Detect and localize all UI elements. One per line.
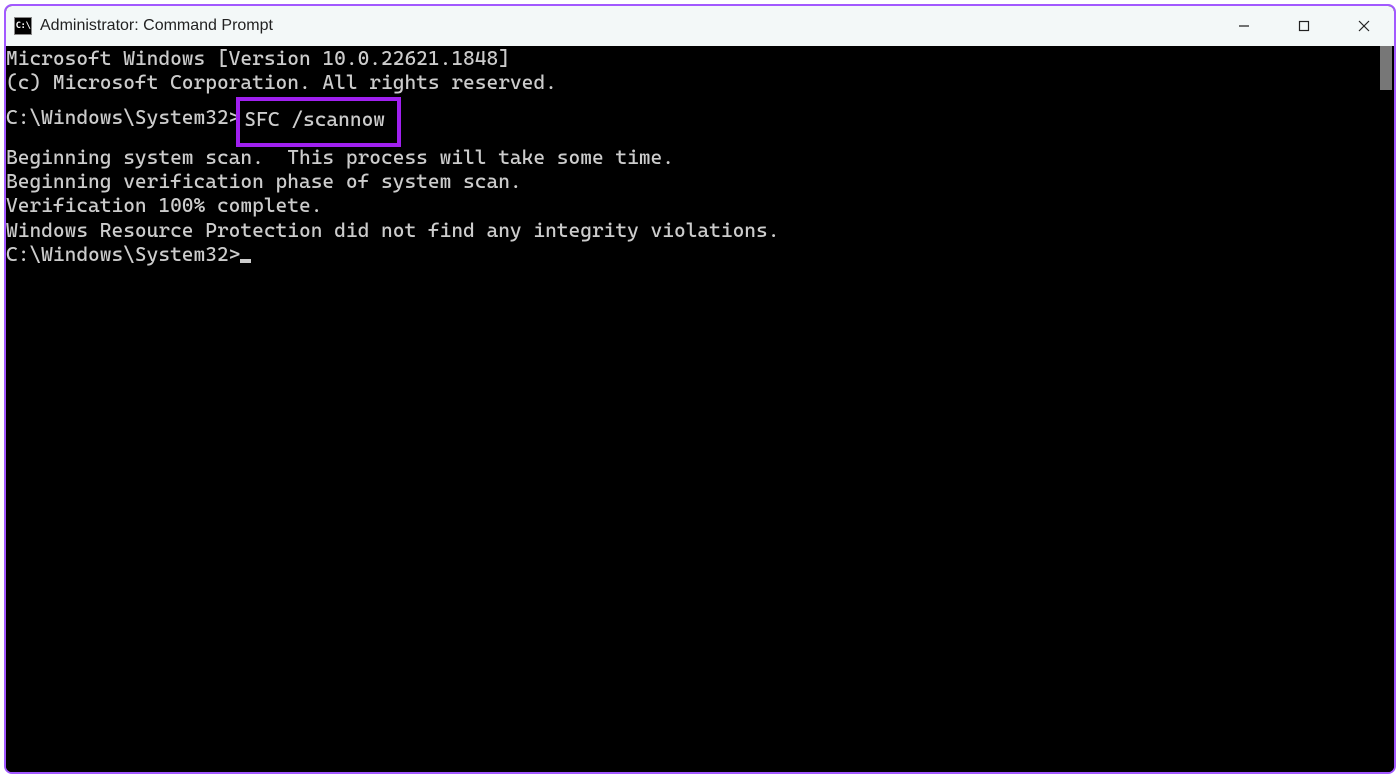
output-line: (c) Microsoft Corporation. All rights re… [6, 70, 1378, 94]
command-prompt-window: C:\ Administrator: Command Prompt Micros… [4, 4, 1396, 774]
titlebar-left: C:\ Administrator: Command Prompt [14, 17, 273, 35]
window-title: Administrator: Command Prompt [40, 17, 273, 35]
prompt-path: C:\Windows\System32> [6, 105, 240, 129]
minimize-icon [1237, 19, 1251, 33]
titlebar[interactable]: C:\ Administrator: Command Prompt [6, 6, 1394, 46]
scrollbar[interactable] [1378, 46, 1394, 772]
minimize-button[interactable] [1214, 6, 1274, 46]
maximize-icon [1297, 19, 1311, 33]
maximize-button[interactable] [1274, 6, 1334, 46]
highlighted-command: SFC /scannow [236, 97, 401, 147]
prompt-line: C:\Windows\System32> [6, 242, 1378, 266]
content-wrap: Microsoft Windows [Version 10.0.22621.18… [6, 46, 1394, 772]
cmd-icon: C:\ [14, 17, 32, 35]
close-button[interactable] [1334, 6, 1394, 46]
window-controls [1214, 6, 1394, 46]
scroll-thumb[interactable] [1380, 46, 1392, 90]
terminal-output[interactable]: Microsoft Windows [Version 10.0.22621.18… [6, 46, 1378, 772]
output-line: Verification 100% complete. [6, 193, 1378, 217]
output-line: Beginning verification phase of system s… [6, 169, 1378, 193]
prompt-line: C:\Windows\System32>SFC /scannow [6, 95, 1378, 145]
command-text: SFC /scannow [244, 107, 385, 131]
output-line: Windows Resource Protection did not find… [6, 218, 1378, 242]
prompt-path: C:\Windows\System32> [6, 242, 240, 266]
close-icon [1357, 19, 1371, 33]
output-line: Microsoft Windows [Version 10.0.22621.18… [6, 46, 1378, 70]
output-line: Beginning system scan. This process will… [6, 145, 1378, 169]
cursor [240, 259, 251, 263]
